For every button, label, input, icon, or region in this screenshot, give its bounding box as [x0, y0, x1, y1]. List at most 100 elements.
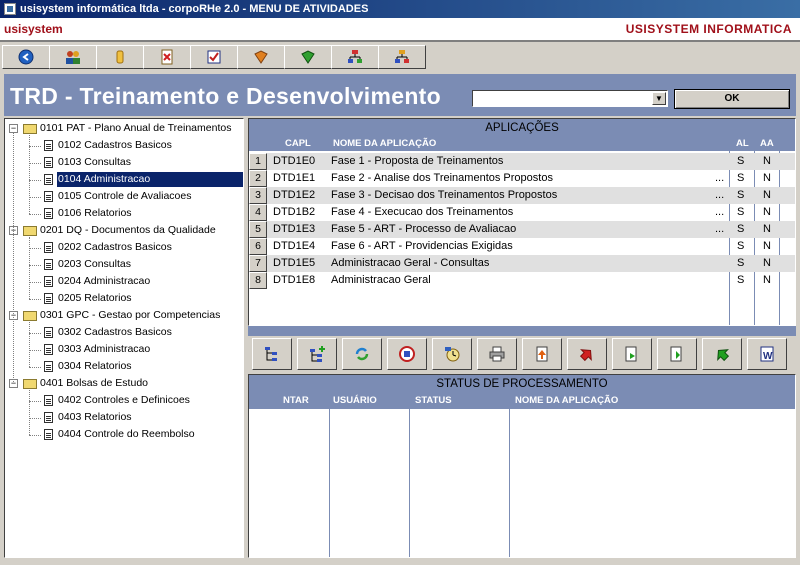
cell-aa: N	[763, 155, 771, 167]
tree-item[interactable]: 0402 Controles e Definicoes	[57, 393, 190, 408]
network-button[interactable]	[378, 45, 426, 69]
table-row[interactable]: 3 DTD1E2 Fase 3 - Decisao dos Treinamentos…	[249, 187, 795, 204]
row-number: 3	[249, 187, 267, 204]
document-icon	[44, 191, 53, 202]
cell-capl: DTD1E8	[273, 274, 316, 286]
tree-item[interactable]: 0303 Administracao	[57, 342, 150, 357]
table-row[interactable]: 4 DTD1B2 Fase 4 - Execucao dos Treinamento…	[249, 204, 795, 221]
tree-group[interactable]: 0401 Bolsas de Estudo	[40, 376, 148, 391]
tree-item[interactable]: 0106 Relatorios	[57, 206, 132, 221]
red-arrow-button[interactable]	[567, 338, 607, 370]
tree-button[interactable]	[252, 338, 292, 370]
cell-nome: Fase 1 - Proposta de Treinamentos	[331, 155, 504, 167]
cell-more: ...	[715, 206, 725, 218]
tree-connector	[29, 350, 41, 351]
brand-left: usisystem	[4, 22, 63, 36]
cell-nome: Administracao Geral - Consultas	[331, 257, 490, 269]
word-icon: W	[760, 346, 774, 362]
cell-nome: Fase 2 - Analise dos Treinamentos Propos…	[331, 172, 553, 184]
print-button[interactable]	[477, 338, 517, 370]
table-row[interactable]: 5 DTD1E3 Fase 5 - ART - Processo de Avalia…	[249, 221, 795, 238]
tree-collapse-toggle[interactable]: −	[9, 124, 18, 133]
cancel-doc-button[interactable]	[143, 45, 191, 69]
grid-divider	[409, 409, 410, 557]
book-button[interactable]	[237, 45, 285, 69]
cell-al: S	[737, 274, 745, 286]
table-row[interactable]: 8 DTD1E8 Administracao Geral S N	[249, 272, 795, 289]
window-title-bar[interactable]: usisystem informática ltda - corpoRHe 2.…	[0, 0, 800, 18]
org-chart-icon	[348, 50, 362, 63]
tree-item[interactable]: 0204 Administracao	[57, 274, 150, 289]
document-icon	[44, 140, 53, 151]
org-chart-action-button[interactable]	[387, 338, 427, 370]
brand-right: USISYSTEM INFORMATICA	[625, 22, 792, 36]
row-number: 7	[249, 255, 267, 272]
cell-al: S	[737, 155, 745, 167]
tree-group[interactable]: 0301 GPC - Gestao por Competencias	[40, 308, 220, 323]
tree-item[interactable]: 0202 Cadastros Basicos	[57, 240, 172, 255]
import-button[interactable]	[657, 338, 697, 370]
tree-connector	[29, 248, 41, 249]
tree-item[interactable]: 0404 Controle do Reembolso	[57, 427, 195, 442]
word-button[interactable]: W	[747, 338, 787, 370]
grid-divider	[509, 409, 510, 557]
tree-item[interactable]: 0302 Cadastros Basicos	[57, 325, 172, 340]
col-header-ntar: NTAR	[283, 395, 309, 406]
tree-group[interactable]: 0101 PAT - Plano Anual de Treinamentos	[40, 121, 231, 136]
users-button[interactable]	[49, 45, 97, 69]
cell-al: S	[737, 257, 745, 269]
checklist-button[interactable]	[190, 45, 238, 69]
green-arrow-button[interactable]	[702, 338, 742, 370]
checklist-icon	[207, 50, 221, 64]
tree-connector	[29, 146, 41, 147]
refresh-button[interactable]	[342, 338, 382, 370]
cell-aa: N	[763, 240, 771, 252]
tree-connector	[29, 418, 41, 419]
tree-item[interactable]: 0105 Controle de Avaliacoes	[57, 189, 192, 204]
tree-connector	[29, 237, 30, 299]
tree-connector	[29, 333, 41, 334]
document-icon	[44, 344, 53, 355]
org-chart-button[interactable]	[331, 45, 379, 69]
document-icon	[44, 208, 53, 219]
tree-item[interactable]: 0104 Administracao	[57, 172, 243, 187]
document-icon	[44, 242, 53, 253]
tree-item[interactable]: 0304 Relatorios	[57, 359, 132, 374]
row-number: 2	[249, 170, 267, 187]
table-row[interactable]: 7 DTD1E5 Administracao Geral - Consultas S N	[249, 255, 795, 272]
folder-open-icon	[23, 311, 37, 321]
module-select[interactable]: ▼	[472, 90, 668, 107]
green-book-button[interactable]	[284, 45, 332, 69]
table-row[interactable]: 2 DTD1E1 Fase 2 - Analise dos Treinamentos…	[249, 170, 795, 187]
hand-button[interactable]	[96, 45, 144, 69]
document-icon	[44, 276, 53, 287]
tree-item[interactable]: 0205 Relatorios	[57, 291, 132, 306]
chevron-down-icon[interactable]: ▼	[652, 92, 666, 105]
tree-connector	[29, 322, 30, 367]
module-header: TRD - Treinamento e Desenvolvimento ▼ OK	[4, 74, 796, 116]
activity-tree[interactable]: − 0101 PAT - Plano Anual de Treinamentos 0…	[4, 118, 244, 558]
col-header-capl: CAPL	[285, 138, 311, 149]
tree-group[interactable]: 0201 DQ - Documentos da Qualidade	[40, 223, 216, 238]
col-header-nome-aplicacao: NOME DA APLICAÇÃO	[515, 395, 619, 406]
ok-button[interactable]: OK	[674, 89, 790, 109]
tree-item[interactable]: 0102 Cadastros Basicos	[57, 138, 172, 153]
green-book-icon	[301, 50, 315, 64]
tree-add-icon	[310, 346, 325, 362]
table-row[interactable]: 6 DTD1E4 Fase 6 - ART - Providencias Exigi…	[249, 238, 795, 255]
cell-aa: N	[763, 257, 771, 269]
tree-add-button[interactable]	[297, 338, 337, 370]
tree-item[interactable]: 0103 Consultas	[57, 155, 131, 170]
upload-button[interactable]	[522, 338, 562, 370]
back-icon	[18, 49, 34, 65]
cell-aa: N	[763, 172, 771, 184]
back-button[interactable]	[2, 45, 50, 69]
clock-button[interactable]	[432, 338, 472, 370]
org-chart-icon	[399, 346, 415, 362]
tree-item[interactable]: 0403 Relatorios	[57, 410, 132, 425]
tree-connector	[29, 435, 41, 436]
table-row[interactable]: 1 DTD1E0 Fase 1 - Proposta de Treinamentos…	[249, 153, 795, 170]
status-title: STATUS DE PROCESSAMENTO	[249, 375, 795, 393]
tree-item[interactable]: 0203 Consultas	[57, 257, 131, 272]
export-button[interactable]	[612, 338, 652, 370]
